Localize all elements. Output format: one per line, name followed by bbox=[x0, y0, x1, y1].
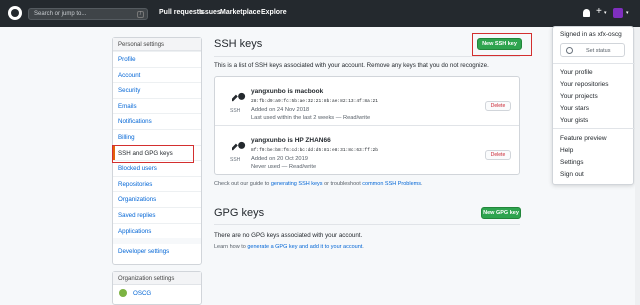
page-scrollbar[interactable] bbox=[635, 27, 640, 305]
key-added-date: Added on 24 Nov 2018 bbox=[251, 107, 310, 113]
annotation-highlight-ssh-item bbox=[112, 145, 194, 163]
org-name: OSCG bbox=[133, 289, 152, 297]
organization-settings-box: Organization settings OSCG bbox=[112, 271, 202, 305]
gpg-empty-message: There are no GPG keys associated with yo… bbox=[214, 232, 363, 239]
menu-your-stars[interactable]: Your stars bbox=[560, 105, 589, 112]
menu-help[interactable]: Help bbox=[560, 147, 573, 154]
user-avatar[interactable] bbox=[613, 8, 623, 18]
sidebar-item-developer-settings[interactable]: Developer settings bbox=[113, 238, 201, 255]
org-item-oscg[interactable]: OSCG bbox=[113, 285, 201, 301]
generating-ssh-keys-link[interactable]: generating SSH keys bbox=[271, 181, 323, 187]
new-gpg-key-button[interactable]: New GPG key bbox=[481, 207, 521, 219]
ssh-keys-title: SSH keys bbox=[214, 38, 263, 50]
search-input[interactable]: Search or jump to... / bbox=[28, 8, 148, 20]
menu-your-repositories[interactable]: Your repositories bbox=[560, 81, 609, 88]
sidebar-item-notifications[interactable]: Notifications bbox=[113, 113, 201, 129]
sidebar-heading: Personal settings bbox=[113, 38, 201, 51]
key-icon bbox=[232, 141, 246, 151]
org-logo-icon bbox=[119, 289, 127, 297]
search-placeholder: Search or jump to... bbox=[34, 11, 87, 17]
footer-text-mid: or troubleshoot bbox=[322, 181, 363, 187]
key-fingerprint: 8f:f9:be:b8:f6:cd:bc:dd:d5:81:e8:31:8c:6… bbox=[251, 148, 378, 153]
sidebar-item-emails[interactable]: Emails bbox=[113, 97, 201, 114]
key-title: yangxunbo is HP ZHAN66 bbox=[251, 137, 331, 144]
learn-text-post: . bbox=[362, 244, 364, 250]
sidebar-item-organizations[interactable]: Organizations bbox=[113, 191, 201, 207]
delete-key-button[interactable]: Delete bbox=[485, 150, 511, 160]
profile-menu-chevron-icon[interactable]: ▾ bbox=[626, 10, 629, 16]
keyboard-shortcut-badge: / bbox=[137, 11, 144, 18]
ssh-key-row: SSH yangxunbo is macbook 28:fb:d9:a9:fc:… bbox=[215, 77, 519, 126]
sidebar-item-security[interactable]: Security bbox=[113, 82, 201, 98]
set-status-label: Set status bbox=[586, 48, 611, 54]
create-new-plus-icon[interactable]: + bbox=[596, 7, 602, 17]
ssh-keys-list: SSH yangxunbo is macbook 28:fb:d9:a9:fc:… bbox=[214, 76, 520, 175]
profile-dropdown-menu: Signed in as xfx-oscg Set status Your pr… bbox=[552, 26, 635, 185]
menu-your-profile[interactable]: Your profile bbox=[560, 69, 593, 76]
github-logo-icon[interactable] bbox=[8, 6, 22, 20]
sidebar-item-saved-replies[interactable]: Saved replies bbox=[113, 206, 201, 223]
divider bbox=[553, 63, 635, 64]
common-ssh-problems-link[interactable]: common SSH Problems bbox=[362, 181, 421, 187]
nav-pull-requests[interactable]: Pull requests bbox=[159, 9, 203, 16]
signed-in-as-label: Signed in as xfx-oscg bbox=[560, 31, 622, 38]
key-last-used: Never used — Read/write bbox=[251, 164, 317, 170]
gpg-keys-title: GPG keys bbox=[214, 207, 265, 219]
footer-text-post: . bbox=[420, 181, 423, 187]
divider bbox=[553, 128, 635, 129]
smiley-icon bbox=[566, 47, 573, 54]
key-icon bbox=[232, 92, 246, 102]
ssh-key-row: SSH yangxunbo is HP ZHAN66 8f:f9:be:b8:f… bbox=[215, 126, 519, 175]
generate-gpg-key-link[interactable]: generate a GPG key and add it to your ac… bbox=[247, 244, 362, 250]
key-type-label: SSH bbox=[230, 157, 241, 163]
key-title: yangxunbo is macbook bbox=[251, 88, 324, 95]
learn-text-pre: Learn how to bbox=[214, 244, 248, 250]
nav-explore[interactable]: Explore bbox=[261, 9, 287, 16]
divider bbox=[214, 56, 520, 57]
gpg-help-footer: Learn how to generate a GPG key and add … bbox=[214, 244, 364, 250]
delete-key-button[interactable]: Delete bbox=[485, 101, 511, 111]
sidebar-item-repositories[interactable]: Repositories bbox=[113, 175, 201, 192]
org-settings-heading: Organization settings bbox=[113, 272, 201, 285]
set-status-button[interactable]: Set status bbox=[560, 43, 625, 57]
nav-marketplace[interactable]: Marketplace bbox=[220, 9, 260, 16]
ssh-help-footer: Check out our guide to generating SSH ke… bbox=[214, 181, 423, 187]
new-ssh-key-button[interactable]: New SSH key bbox=[477, 38, 522, 50]
top-navigation-bar: Search or jump to... / Pull requests Iss… bbox=[0, 0, 640, 27]
key-added-date: Added on 20 Oct 2019 bbox=[251, 156, 308, 162]
menu-sign-out[interactable]: Sign out bbox=[560, 171, 584, 178]
sidebar-item-profile[interactable]: Profile bbox=[113, 51, 201, 67]
nav-issues[interactable]: Issues bbox=[199, 9, 221, 16]
sidebar-item-account[interactable]: Account bbox=[113, 66, 201, 83]
ssh-description: This is a list of SSH keys associated wi… bbox=[214, 62, 489, 69]
sidebar-item-applications[interactable]: Applications bbox=[113, 222, 201, 239]
menu-feature-preview[interactable]: Feature preview bbox=[560, 135, 607, 142]
sidebar-item-billing[interactable]: Billing bbox=[113, 128, 201, 145]
menu-your-projects[interactable]: Your projects bbox=[560, 93, 598, 100]
menu-settings[interactable]: Settings bbox=[560, 159, 584, 166]
key-fingerprint: 28:fb:d9:a9:fc:5b:ae:32:21:8b:ae:82:13:4… bbox=[251, 99, 378, 104]
footer-text-pre: Check out our guide to bbox=[214, 181, 271, 187]
divider bbox=[214, 224, 520, 225]
menu-your-gists[interactable]: Your gists bbox=[560, 117, 588, 124]
create-menu-chevron-icon[interactable]: ▾ bbox=[604, 10, 607, 16]
notifications-bell-icon[interactable] bbox=[583, 9, 590, 17]
key-type-label: SSH bbox=[230, 108, 241, 114]
key-last-used: Last used within the last 2 weeks — Read… bbox=[251, 115, 371, 121]
